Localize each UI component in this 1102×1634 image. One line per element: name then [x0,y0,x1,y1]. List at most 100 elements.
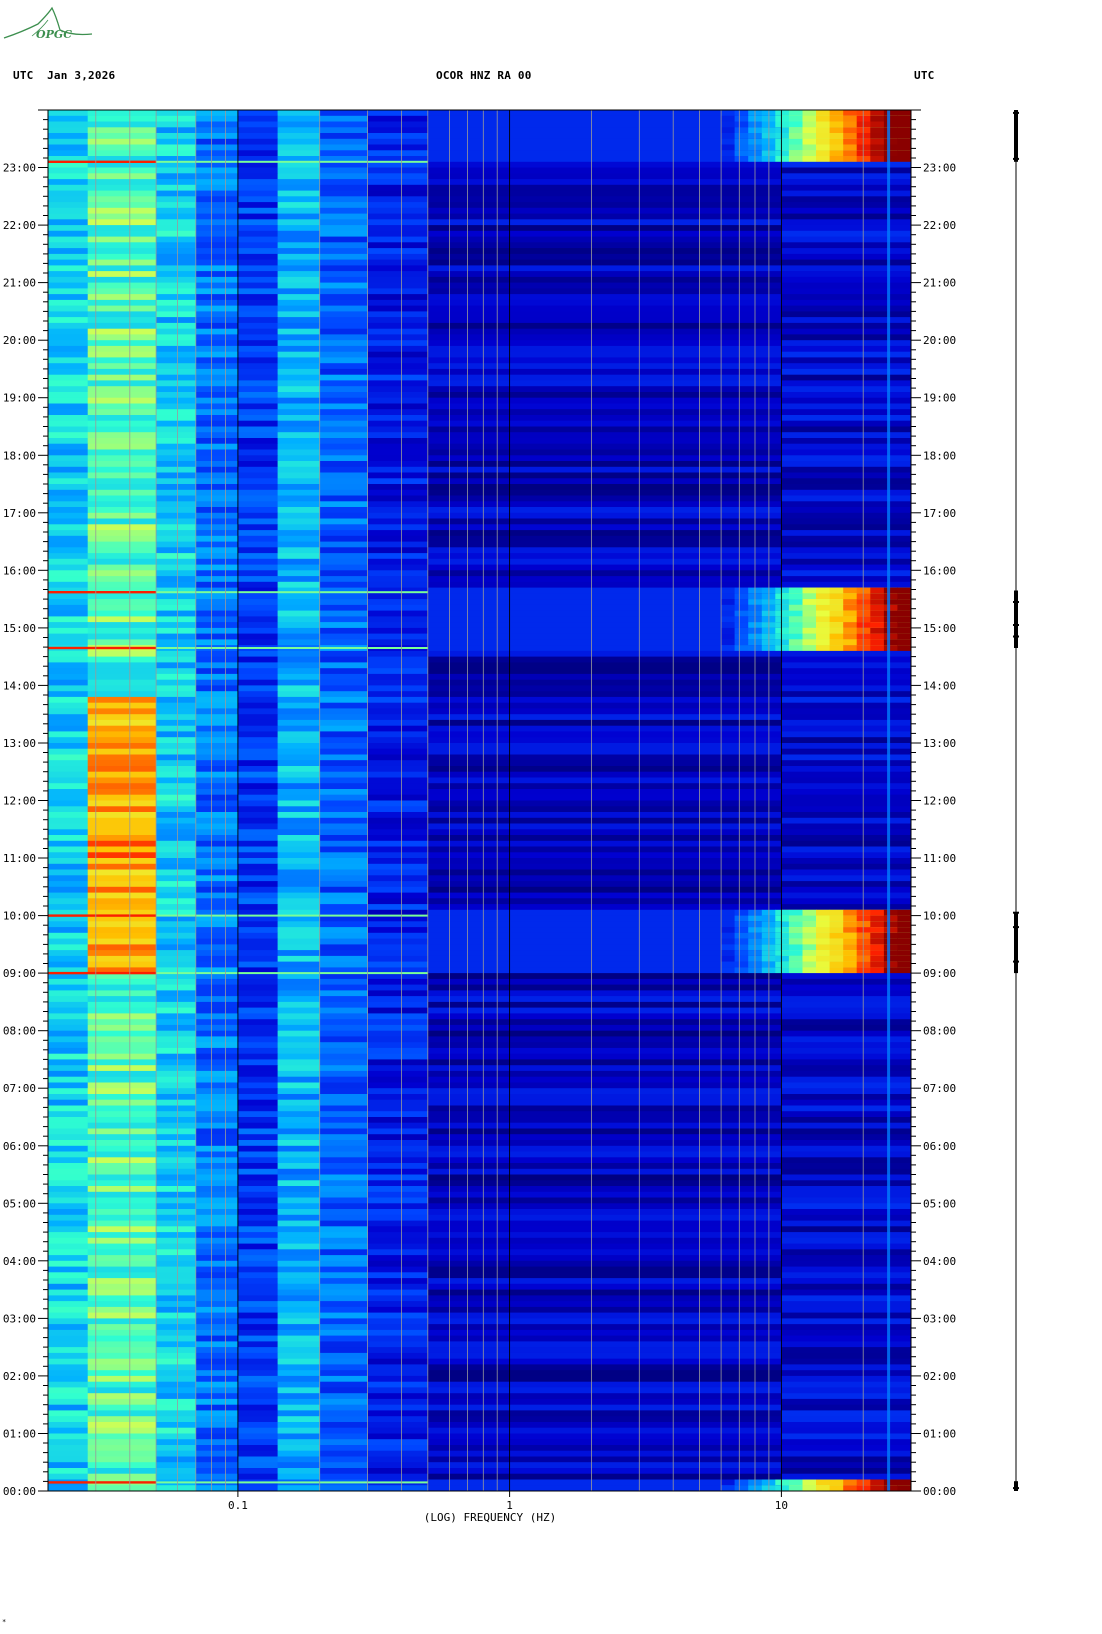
heatmap-cell [367,236,429,243]
heatmap-cell-active [816,1485,831,1492]
heatmap-cell [277,719,321,727]
heatmap-cell [319,1398,368,1406]
heatmap-cell [237,1191,279,1198]
heatmap-cell [367,121,429,128]
heatmap-cell [87,622,157,629]
heatmap-cell [319,253,368,261]
heatmap-cell [367,1295,429,1302]
heatmap-cell [48,1370,89,1377]
heatmap-cell [427,1019,782,1026]
heatmap-cell [427,1036,782,1043]
heatmap-cell [319,1042,368,1049]
heatmap-cell [48,794,89,801]
heatmap-cell [48,1094,89,1101]
heatmap-cell [781,345,912,353]
heatmap-cell [237,1070,279,1078]
heatmap-cell [277,1347,321,1354]
heatmap-cell-active [870,955,885,963]
heatmap-cell [48,225,89,232]
heatmap-cell [87,478,157,485]
heatmap-cell [48,1117,89,1124]
heatmap-cell [195,777,239,784]
heatmap-cell [367,1278,429,1285]
heatmap-cell [156,1278,197,1285]
heatmap-cell-active [870,1479,885,1486]
heatmap-cell [367,679,429,686]
heatmap-cell [156,593,197,600]
heatmap-cell [781,1278,912,1285]
heatmap-cell [195,955,239,963]
heatmap-cell [237,1059,279,1066]
heatmap-cell [48,1122,89,1129]
heatmap-cell-active [721,639,736,646]
heatmap-cell [237,1157,279,1164]
heatmap-cell [427,1450,782,1457]
heatmap-cell [156,1065,197,1072]
heatmap-cell [367,1352,429,1360]
heatmap-cell [237,576,279,583]
heatmap-cell [427,409,782,416]
heatmap-cell [237,518,279,525]
heatmap-cell [277,702,321,709]
heatmap-cell [781,904,912,911]
heatmap-cell [87,800,157,807]
heatmap-cell-active [883,1479,898,1486]
heatmap-cell [237,397,279,404]
heatmap-cell [277,708,321,715]
heatmap-cell [87,858,157,865]
heatmap-cell [195,835,239,842]
heatmap-cell [195,858,239,865]
heatmap-cell [87,472,157,479]
heatmap-cell [277,1289,321,1296]
heatmap-cell [195,449,239,456]
heatmap-cell [367,1197,429,1204]
heatmap-cell-active [788,915,803,922]
heatmap-cell [427,886,782,893]
heatmap-cell [48,1088,89,1095]
heatmap-cell [781,771,912,778]
heatmap-cell [427,455,782,462]
heatmap-cell-active [870,610,885,617]
y-tick-label-left: 10:00 [3,910,36,923]
heatmap-cell [319,1381,368,1388]
heatmap-cell-active [721,961,736,968]
heatmap-cell [427,1306,782,1314]
heatmap-cell [427,794,782,801]
heatmap-cell [277,846,321,853]
heatmap-cell [277,656,321,663]
heatmap-cell [319,1473,368,1480]
y-tick-label-left: 13:00 [3,737,36,750]
heatmap-cell [781,846,912,853]
heatmap-cell [237,472,279,479]
heatmap-cell-active [788,639,803,646]
heatmap-cell [48,1220,89,1227]
heatmap-cell [156,138,197,145]
heatmap-cell-active [802,967,817,974]
heatmap-cell [48,708,89,715]
heatmap-cell-active [856,622,871,629]
heatmap-cell [367,547,429,554]
heatmap-cell [427,1180,782,1187]
heatmap-cell-active [897,587,912,594]
heatmap-cell [48,1422,89,1429]
heatmap-cell-active [897,604,912,612]
heatmap-cell [427,1174,782,1181]
heatmap-cell [156,184,197,191]
heatmap-cell [427,1220,782,1227]
heatmap-cell [427,1094,782,1101]
heatmap-cell [48,1145,89,1152]
heatmap-cell [156,167,197,174]
heatmap-cell [367,1335,429,1342]
heatmap-cell [277,829,321,836]
y-tick-label-right: 06:00 [923,1140,956,1153]
heatmap-cell [277,1197,321,1204]
heatmap-cell [781,766,912,773]
heatmap-cell-active [843,927,858,934]
heatmap-cell [195,789,239,796]
heatmap-cell [195,599,239,606]
heatmap-cell [156,599,197,606]
y-tick-label-left: 07:00 [3,1082,36,1095]
heatmap-cell-active [870,593,885,600]
heatmap-cell [367,1404,429,1411]
heatmap-cell [367,380,429,387]
